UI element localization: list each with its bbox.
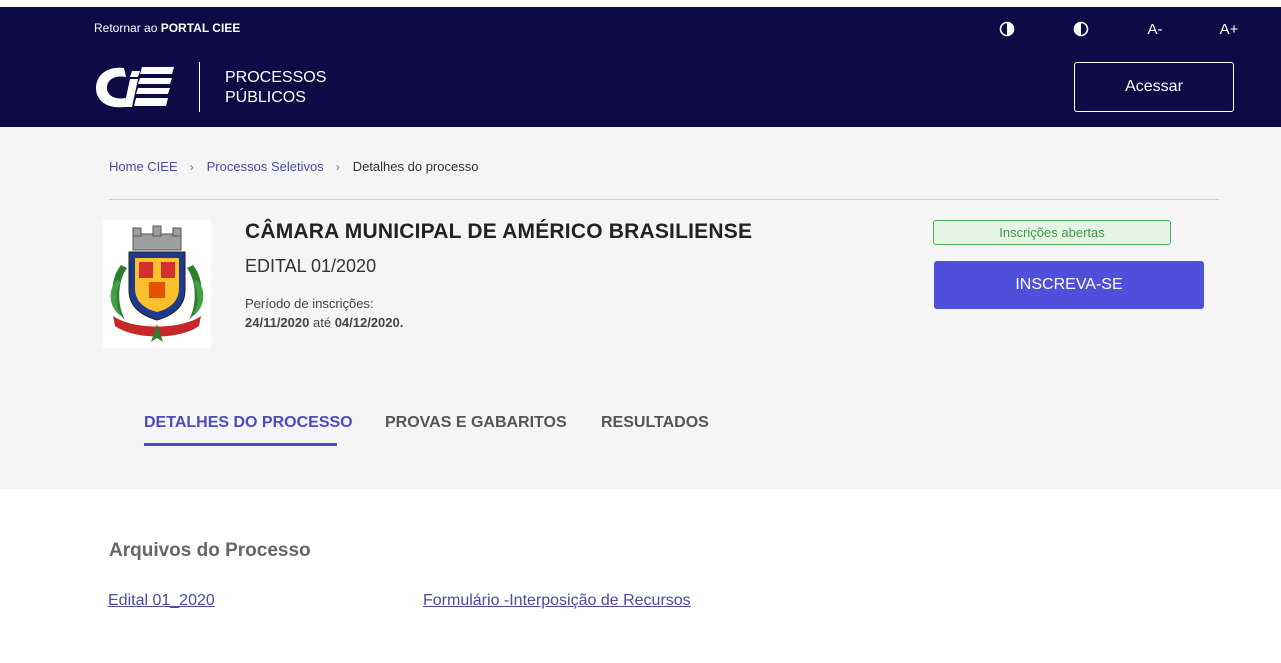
organization-name: CÂMARA MUNICIPAL DE AMÉRICO BRASILIENSE <box>245 220 753 243</box>
high-contrast-icon[interactable] <box>997 19 1017 39</box>
registration-period-label: Período de inscrições: <box>245 296 374 311</box>
breadcrumb-home-link[interactable]: Home CIEE <box>109 159 178 174</box>
site-header: Retornar ao PORTAL CIEE A- A+ PROCESSOS … <box>0 7 1281 127</box>
contrast-toggle-icon[interactable] <box>1071 19 1091 39</box>
active-tab-indicator <box>144 443 337 446</box>
registration-period-dates: 24/11/2020 até 04/12/2020. <box>245 315 403 330</box>
status-badge: Inscrições abertas <box>933 220 1171 245</box>
logo-subtitle-line1: PROCESSOS <box>225 69 327 86</box>
return-portal-name: PORTAL CIEE <box>160 21 241 35</box>
breadcrumb-processos-link[interactable]: Processos Seletivos <box>207 159 324 174</box>
font-decrease-button[interactable]: A- <box>1143 19 1167 39</box>
tab-provas-gabaritos[interactable]: PROVAS E GABARITOS <box>385 414 567 432</box>
tab-resultados[interactable]: RESULTADOS <box>601 414 709 432</box>
chevron-right-icon: › <box>335 159 340 174</box>
file-link-formulario-recursos[interactable]: Formulário -Interposição de Recursos <box>423 592 691 610</box>
breadcrumb-current: Detalhes do processo <box>352 159 479 174</box>
files-section-title: Arquivos do Processo <box>109 540 311 561</box>
font-increase-button[interactable]: A+ <box>1217 19 1241 39</box>
chevron-right-icon: › <box>189 159 194 174</box>
subscribe-button[interactable]: INSCREVA-SE <box>934 261 1204 309</box>
return-portal-link[interactable]: Retornar ao PORTAL CIEE <box>94 21 240 35</box>
login-button[interactable]: Acessar <box>1074 62 1234 112</box>
top-strip <box>0 0 1281 7</box>
ciee-logo[interactable] <box>94 62 176 112</box>
breadcrumb: Home CIEE › Processos Seletivos › Detalh… <box>109 159 478 174</box>
logo-divider <box>199 62 200 112</box>
edital-number: EDITAL 01/2020 <box>245 256 377 276</box>
section-divider <box>109 199 1219 200</box>
process-summary: Home CIEE › Processos Seletivos › Detalh… <box>0 127 1281 489</box>
municipal-crest-image <box>103 220 211 348</box>
tab-detalhes-processo[interactable]: DETALHES DO PROCESSO <box>144 414 353 432</box>
logo-subtitle: PROCESSOS PÚBLICOS <box>225 68 326 108</box>
file-link-edital[interactable]: Edital 01_2020 <box>108 592 215 610</box>
logo-subtitle-line2: PÚBLICOS <box>225 89 306 106</box>
start-date: 24/11/2020 <box>245 315 310 330</box>
date-connector: até <box>312 315 332 330</box>
return-prefix: Retornar ao <box>94 21 158 35</box>
end-date: 04/12/2020. <box>334 315 404 330</box>
